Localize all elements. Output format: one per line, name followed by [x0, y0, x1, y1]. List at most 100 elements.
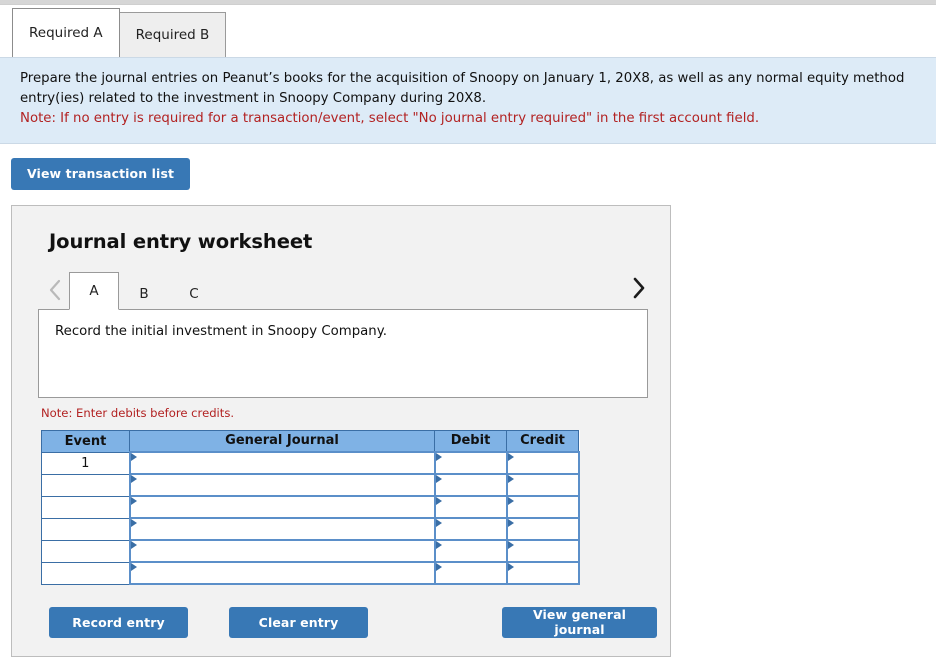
cell-credit-value [508, 541, 578, 561]
cell-credit-input[interactable] [505, 451, 580, 476]
dropdown-triangle-icon [130, 563, 137, 572]
cell-general-journal-select[interactable] [128, 473, 436, 498]
dropdown-triangle-icon [435, 519, 442, 528]
worksheet-action-buttons: Record entry Clear entry View general jo… [49, 606, 657, 638]
dropdown-triangle-icon [507, 541, 514, 550]
cell-debit-value [436, 563, 506, 583]
table-row: 1 [41, 451, 580, 476]
dropdown-triangle-icon [507, 453, 514, 462]
table-row [41, 561, 580, 586]
table-row [41, 495, 580, 520]
table-row [41, 517, 580, 542]
instructions-panel: Prepare the journal entries on Peanut’s … [0, 57, 936, 144]
instructions-line-1: Prepare the journal entries on Peanut’s … [20, 71, 905, 86]
worksheet-description-box: Record the initial investment in Snoopy … [38, 308, 648, 398]
record-entry-button[interactable]: Record entry [49, 606, 188, 638]
cell-event: 1 [41, 451, 130, 475]
cell-debit-input[interactable] [433, 517, 508, 542]
dropdown-triangle-icon [130, 497, 137, 506]
dropdown-triangle-icon [435, 541, 442, 550]
toolbar: View transaction list [0, 144, 936, 190]
cell-debit-input[interactable] [433, 451, 508, 476]
worksheet-pager: A B C [38, 270, 648, 310]
cell-debit-input[interactable] [433, 539, 508, 564]
worksheet-tab-a[interactable]: A [69, 271, 119, 310]
cell-general-journal-select[interactable] [128, 561, 436, 586]
chevron-left-icon[interactable] [41, 270, 69, 310]
dropdown-triangle-icon [507, 519, 514, 528]
debits-before-credits-note: Note: Enter debits before credits. [41, 405, 235, 420]
dropdown-triangle-icon [130, 475, 137, 484]
cell-event [41, 517, 130, 541]
cell-credit-input[interactable] [505, 561, 580, 586]
cell-general-journal-value [131, 453, 434, 473]
cell-credit-input[interactable] [505, 495, 580, 520]
cell-event [41, 473, 130, 497]
cell-general-journal-value [131, 519, 434, 539]
cell-event [41, 495, 130, 519]
cell-debit-value [436, 519, 506, 539]
tab-required-a[interactable]: Required A [12, 8, 120, 57]
dropdown-triangle-icon [435, 453, 442, 462]
tab-required-b[interactable]: Required B [118, 12, 227, 57]
dropdown-triangle-icon [435, 563, 442, 572]
dropdown-triangle-icon [507, 475, 514, 484]
worksheet-tab-b[interactable]: B [119, 277, 169, 310]
column-header-event: Event [41, 429, 130, 453]
cell-credit-input[interactable] [505, 539, 580, 564]
cell-event [41, 561, 130, 585]
cell-debit-value [436, 453, 506, 473]
dropdown-triangle-icon [130, 541, 137, 550]
view-transaction-list-button[interactable]: View transaction list [11, 157, 191, 190]
cell-general-journal-value [131, 563, 434, 583]
clear-entry-button[interactable]: Clear entry [229, 606, 368, 638]
table-row [41, 473, 580, 498]
cell-debit-value [436, 497, 506, 517]
cell-general-journal-select[interactable] [128, 495, 436, 520]
cell-debit-value [436, 541, 506, 561]
worksheet-description-text: Record the initial investment in Snoopy … [55, 323, 387, 339]
instructions-line-2: entry(ies) related to the investment in … [20, 91, 487, 107]
table-row [41, 539, 580, 564]
table-body: 1 [41, 451, 580, 586]
journal-entry-worksheet-panel: Journal entry worksheet A B C Record the… [11, 204, 671, 657]
worksheet-tab-b-label: B [139, 285, 149, 302]
journal-entry-table: Event General Journal Debit Credit 1 [41, 429, 580, 586]
cell-credit-input[interactable] [505, 517, 580, 542]
cell-debit-value [436, 475, 506, 495]
dropdown-triangle-icon [435, 475, 442, 484]
cell-event [41, 539, 130, 563]
column-header-general-journal: General Journal [129, 429, 435, 453]
worksheet-title: Journal entry worksheet [49, 229, 313, 253]
chevron-right-icon[interactable] [624, 268, 652, 308]
cell-credit-value [508, 497, 578, 517]
cell-general-journal-select[interactable] [128, 451, 436, 476]
tab-required-a-label: Required A [29, 25, 103, 41]
view-general-journal-button[interactable]: View general journal [502, 606, 657, 638]
cell-debit-input[interactable] [433, 495, 508, 520]
worksheet-tab-c[interactable]: C [169, 277, 219, 310]
tab-required-b-label: Required B [135, 27, 210, 43]
cell-general-journal-value [131, 475, 434, 495]
cell-credit-value [508, 475, 578, 495]
dropdown-triangle-icon [130, 519, 137, 528]
cell-debit-input[interactable] [433, 473, 508, 498]
cell-general-journal-select[interactable] [128, 539, 436, 564]
cell-credit-value [508, 563, 578, 583]
column-header-credit: Credit [506, 429, 579, 453]
instructions-note: Note: If no entry is required for a tran… [20, 111, 760, 127]
cell-credit-value [508, 453, 578, 473]
dropdown-triangle-icon [507, 563, 514, 572]
cell-general-journal-select[interactable] [128, 517, 436, 542]
cell-general-journal-value [131, 541, 434, 561]
dropdown-triangle-icon [435, 497, 442, 506]
table-header-row: Event General Journal Debit Credit [41, 429, 579, 453]
cell-general-journal-value [131, 497, 434, 517]
worksheet-tab-a-label: A [89, 282, 99, 299]
cell-debit-input[interactable] [433, 561, 508, 586]
dropdown-triangle-icon [507, 497, 514, 506]
cell-credit-input[interactable] [505, 473, 580, 498]
cell-credit-value [508, 519, 578, 539]
required-tabstrip: Required A Required B [0, 5, 936, 57]
column-header-debit: Debit [434, 429, 507, 453]
